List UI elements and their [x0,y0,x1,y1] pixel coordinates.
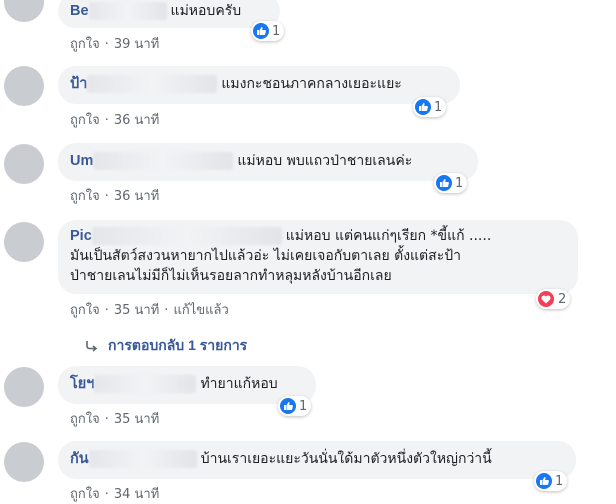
reaction-count[interactable]: 1 [534,471,568,491]
timestamp[interactable]: 36 นาที [114,189,159,204]
timestamp[interactable]: 36 นาที [114,113,159,128]
comment-text-line: มันเป็นสัตว์สงวนหายากไปแล้วอ่ะ ไม่เคยเจอ… [70,248,461,264]
timestamp[interactable]: 35 นาที [114,303,159,318]
comment-text: แม่หอบครับ [170,3,242,19]
like-link[interactable]: ถูกใจ [70,487,100,502]
reaction-count[interactable]: 1 [413,97,447,117]
reaction-count[interactable]: 2 [536,289,571,309]
comment-bubble: Pic แม่หอบ แต่คนแก่ๆเรียก *ขี้แก้ ..... ม… [58,220,578,294]
redacted-name [91,227,282,245]
reaction-number: 1 [299,398,308,414]
avatar[interactable] [4,144,44,184]
redacted-name [88,2,167,20]
comment-bubble: โยฯ ทำยาแก้หอบ [58,366,316,404]
reaction-number: 1 [555,473,564,489]
avatar[interactable] [4,367,44,407]
comment-author[interactable]: Be [70,3,89,19]
thumbs-up-icon [436,175,452,191]
comment-actions: ถูกใจ · 36 นาที [70,113,160,128]
like-link[interactable]: ถูกใจ [70,412,100,427]
avatar[interactable] [4,66,44,106]
reaction-count[interactable]: 1 [278,396,312,416]
comment-author[interactable]: Pic [70,228,92,244]
avatar[interactable] [4,0,44,22]
comment-actions: ถูกใจ · 34 นาที [70,487,160,502]
comment-text-line: ป่าชายเลนไม่มีก็ไม่เห็นรอยลากทำหลุมหลังบ… [70,268,392,284]
comment-text: บ้านเราเยอะแยะวันนั่นใด้มาตัวหนึ่งตัวใหญ… [200,451,492,467]
comment-text: แม่หอบ แต่คนแก่ๆเรียก *ขี้แก้ ..... [285,228,492,244]
comment-text: แม่หอบ พบแถวป่าชายเลนค่ะ [237,153,413,169]
like-link[interactable]: ถูกใจ [70,189,100,204]
reaction-number: 1 [434,99,443,115]
like-link[interactable]: ถูกใจ [70,37,100,52]
comment-actions: ถูกใจ · 35 นาที · แก้ไขแล้ว [70,303,229,318]
comment-text: ทำยาแก้หอบ [200,376,278,392]
redacted-name [88,450,197,468]
comment-actions: ถูกใจ · 39 นาที [70,37,160,52]
thumbs-up-icon [536,473,552,489]
redacted-name [93,152,234,170]
like-link[interactable]: ถูกใจ [70,113,100,128]
comment-actions: ถูกใจ · 35 นาที [70,412,160,427]
comment-author[interactable]: Um [70,153,93,169]
comment-author[interactable]: กัน [70,451,89,467]
reaction-number: 1 [272,23,281,39]
redacted-name [94,375,197,393]
timestamp[interactable]: 39 นาที [114,37,159,52]
comment-bubble: Be แม่หอบครับ [58,0,280,28]
reaction-number: 1 [455,175,464,191]
avatar[interactable] [4,442,44,482]
comment-bubble: กัน บ้านเราเยอะแยะวันนั่นใด้มาตัวหนึ่งตัว… [58,441,576,479]
replies-label: การตอบกลับ 1 รายการ [108,337,248,353]
like-link[interactable]: ถูกใจ [70,303,100,318]
comment-actions: ถูกใจ · 36 นาที [70,189,160,204]
comment-author[interactable]: โยฯ [70,376,94,392]
timestamp[interactable]: 34 นาที [114,487,159,502]
comment-text: แมงกะชอนภาคกลางเยอะแยะ [221,76,402,92]
reply-arrow-icon [86,341,98,352]
thumbs-up-icon [280,398,296,414]
timestamp[interactable]: 35 นาที [114,412,159,427]
comment-author[interactable]: ป้า [70,76,87,92]
reaction-number: 2 [558,291,567,307]
edited-label[interactable]: แก้ไขแล้ว [173,303,228,318]
reaction-count[interactable]: 1 [434,173,468,193]
comment-bubble: ป้า แมงกะชอนภาคกลางเยอะแยะ [58,66,460,104]
comment-bubble: Um แม่หอบ พบแถวป่าชายเลนค่ะ [58,143,478,181]
avatar[interactable] [4,222,44,262]
redacted-name [87,75,218,93]
heart-icon [538,291,554,307]
view-replies-link[interactable]: การตอบกลับ 1 รายการ [84,335,247,357]
thumbs-up-icon [253,23,269,39]
thumbs-up-icon [415,99,431,115]
reaction-count[interactable]: 1 [251,21,285,41]
